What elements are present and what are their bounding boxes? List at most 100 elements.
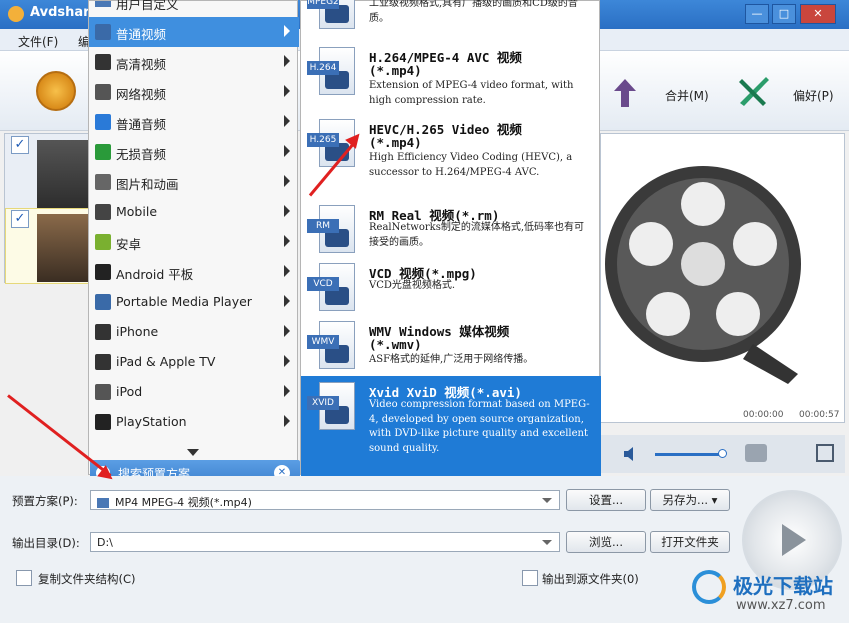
- merge-label[interactable]: 合并(M): [665, 87, 709, 104]
- prefs-label[interactable]: 偏好(P): [793, 87, 834, 104]
- ipod-icon: [95, 384, 111, 400]
- format-item-5[interactable]: WMV WMV Windows 媒体视频 (*.wmv) ASF格式的延伸,广泛用于网…: [301, 315, 601, 373]
- save-as-button[interactable]: 另存为... ▾: [650, 489, 730, 511]
- open-folder-button[interactable]: 打开文件夹: [650, 531, 730, 553]
- submenu-arrow-icon: [284, 205, 290, 217]
- app-logo-icon: [8, 6, 24, 22]
- format-file-icon: XVID: [307, 382, 359, 436]
- menu-item-custom[interactable]: 用户自定义: [116, 0, 179, 13]
- ipad-icon: [95, 354, 111, 370]
- time-end: 00:00:57: [799, 410, 840, 420]
- file-thumbnail-1[interactable]: [37, 140, 93, 208]
- format-item-0[interactable]: MPEG2MPEG-2 视频(*.mpg)工业级视频格式,具有广播级的画质和CD…: [301, 0, 601, 35]
- menu-item-label: 安卓: [116, 237, 142, 252]
- preset-select[interactable]: MP4 MPEG-4 视频(*.mp4): [90, 490, 560, 510]
- settings-button[interactable]: 设置...: [566, 489, 646, 511]
- minimize-button[interactable]: —: [745, 4, 769, 24]
- menu-item-7[interactable]: 安卓: [89, 227, 299, 257]
- format-description: 工业级视频格式,具有广播级的画质和CD级的音质。: [369, 0, 578, 24]
- format-badge: H.264: [307, 61, 339, 75]
- tools-icon[interactable]: [736, 73, 772, 109]
- menu-file[interactable]: 文件(F): [18, 33, 58, 50]
- copy-structure-label: 复制文件夹结构(C): [38, 572, 136, 586]
- android-icon: [95, 234, 111, 250]
- menu-item-label: iPad & Apple TV: [116, 354, 216, 369]
- format-description: Video compression format based on MPEG-4…: [369, 399, 590, 454]
- preset-category-menu: 用户自定义 普通视频高清视频网络视频普通音频无损音频图片和动画 Mobile 安卓 A…: [88, 0, 299, 475]
- menu-item-label: Portable Media Player: [116, 294, 252, 309]
- format-file-icon: RM: [307, 205, 359, 259]
- menu-item-12[interactable]: iPod: [89, 377, 299, 407]
- submenu-arrow-icon: [284, 175, 290, 187]
- preset-label: 预置方案(P):: [12, 494, 78, 508]
- format-list: MPEG2MPEG-2 视频(*.mpg)工业级视频格式,具有广播级的画质和CD…: [300, 0, 601, 486]
- volume-icon[interactable]: [622, 445, 640, 463]
- format-item-4[interactable]: VCD VCD 视频(*.mpg) VCD光盘视频格式.: [301, 257, 601, 313]
- file-checkbox-2[interactable]: ✓: [11, 210, 29, 228]
- output-dir-input[interactable]: D:\: [90, 532, 560, 552]
- format-badge: XVID: [307, 396, 339, 410]
- maximize-button[interactable]: □: [772, 4, 796, 24]
- format-description: RealNetworks制定的流媒体格式,低码率也有可接受的画质。: [369, 222, 585, 248]
- music-note-icon: [95, 114, 111, 130]
- time-start: 00:00:00: [743, 410, 784, 420]
- format-description: High Efficiency Video Coding (HEVC), a s…: [369, 152, 573, 178]
- menu-item-label: Mobile: [116, 204, 158, 219]
- submenu-arrow-icon: [284, 415, 290, 427]
- close-button[interactable]: ✕: [800, 4, 836, 24]
- menu-item-label: 图片和动画: [116, 177, 179, 192]
- menu-item-2[interactable]: 网络视频: [89, 77, 299, 107]
- media-player-icon: [95, 294, 111, 310]
- output-dropdown-icon[interactable]: [542, 540, 552, 545]
- menu-item-0[interactable]: 普通视频: [89, 17, 299, 47]
- menu-item-3[interactable]: 普通音频: [89, 107, 299, 137]
- browse-button[interactable]: 浏览...: [566, 531, 646, 553]
- menu-item-13[interactable]: PlayStation: [89, 407, 299, 437]
- menu-item-8[interactable]: Android 平板: [89, 257, 299, 287]
- submenu-arrow-icon: [284, 295, 290, 307]
- format-file-icon: H.264: [307, 47, 359, 101]
- menu-item-label: Android 平板: [116, 267, 194, 282]
- format-item-6[interactable]: XVID Xvid XviD 视频(*.avi) Video compression…: [301, 376, 601, 476]
- menu-item-label: 普通音频: [116, 117, 167, 132]
- playstation-icon: [95, 414, 111, 430]
- format-item-3[interactable]: RM RM Real 视频(*.rm) RealNetworks制定的流媒体格式,低…: [301, 199, 601, 255]
- menu-item-5[interactable]: 图片和动画: [89, 167, 299, 197]
- menu-item-1[interactable]: 高清视频: [89, 47, 299, 77]
- menu-item-label: 普通视频: [116, 27, 167, 42]
- snapshot-camera-icon[interactable]: [745, 444, 767, 462]
- menu-item-4[interactable]: 无损音频: [89, 137, 299, 167]
- watermark-text: 极光下载站: [733, 574, 833, 598]
- submenu-arrow-icon: [284, 325, 290, 337]
- volume-slider-handle[interactable]: [718, 449, 727, 458]
- menu-item-9[interactable]: Portable Media Player: [89, 287, 299, 317]
- submenu-arrow-icon: [284, 25, 290, 37]
- play-icon: [782, 524, 806, 556]
- menu-item-10[interactable]: iPhone: [89, 317, 299, 347]
- volume-slider[interactable]: [655, 453, 725, 456]
- menu-item-label: iPhone: [116, 324, 159, 339]
- file-list: ✓ ✓: [4, 133, 93, 284]
- format-badge: WMV: [307, 335, 339, 349]
- merge-icon[interactable]: [612, 77, 638, 109]
- preset-dropdown-icon[interactable]: [542, 498, 552, 503]
- menu-item-11[interactable]: iPad & Apple TV: [89, 347, 299, 377]
- file-thumbnail-2[interactable]: [37, 214, 93, 282]
- format-item-2[interactable]: H.265 HEVC/H.265 Video 视频 (*.mp4) High Effi…: [301, 113, 601, 197]
- copy-structure-checkbox[interactable]: [16, 570, 32, 586]
- add-file-icon[interactable]: [36, 71, 76, 111]
- submenu-arrow-icon: [284, 55, 290, 67]
- output-to-source-checkbox[interactable]: [522, 570, 538, 586]
- menu-item-label: 网络视频: [116, 87, 167, 102]
- format-badge: MPEG2: [307, 0, 339, 9]
- file-checkbox-1[interactable]: ✓: [11, 136, 29, 154]
- submenu-arrow-icon: [284, 85, 290, 97]
- menu-item-6[interactable]: Mobile: [89, 197, 299, 227]
- submenu-arrow-icon: [284, 235, 290, 247]
- scroll-down-icon[interactable]: [187, 449, 199, 456]
- format-item-1[interactable]: H.264 H.264/MPEG-4 AVC 视频 (*.mp4) Extension…: [301, 41, 601, 111]
- fullscreen-icon[interactable]: [816, 444, 834, 462]
- menu-item-label: 高清视频: [116, 57, 167, 72]
- format-title-ext: (*.mp4): [369, 63, 422, 78]
- format-badge: VCD: [307, 277, 339, 291]
